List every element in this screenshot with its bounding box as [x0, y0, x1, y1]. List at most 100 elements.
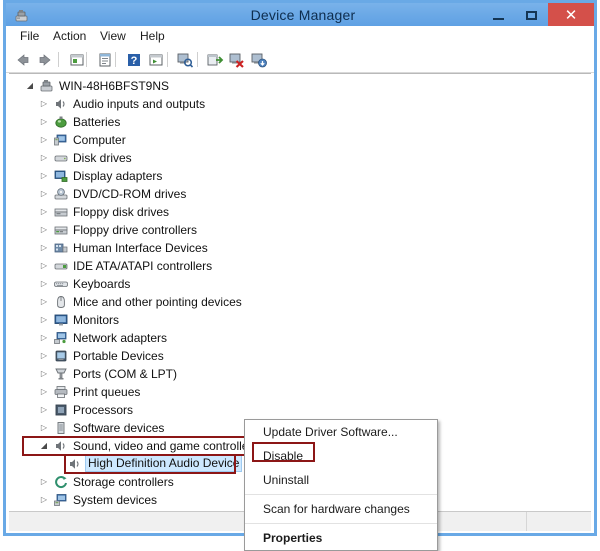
- minimize-button[interactable]: [482, 3, 515, 28]
- tree-node-keyboards[interactable]: ▷ Keyboards: [9, 275, 591, 293]
- expander-collapsed-icon[interactable]: ▷: [39, 131, 49, 149]
- expander-collapsed-icon[interactable]: ▷: [39, 293, 49, 311]
- maximize-button[interactable]: [515, 3, 548, 28]
- tree-label: Processors: [73, 403, 134, 417]
- context-menu-item-uninstall[interactable]: Uninstall: [245, 468, 437, 492]
- expander-collapsed-icon[interactable]: ▷: [39, 401, 49, 419]
- tree-label: Network adapters: [73, 331, 168, 345]
- show-hidden-devices-icon[interactable]: [68, 51, 86, 69]
- expander-collapsed-icon[interactable]: ▷: [39, 257, 49, 275]
- context-menu-item-disable[interactable]: Disable: [245, 444, 437, 468]
- maximize-icon: [526, 11, 537, 20]
- tree-label: Monitors: [73, 313, 120, 327]
- tree-node-processors[interactable]: ▷ Processors: [9, 401, 591, 419]
- tree-label: Floppy drive controllers: [73, 223, 198, 237]
- context-menu-item-properties[interactable]: Properties: [245, 526, 437, 550]
- portable-device-icon: [53, 348, 69, 364]
- tree-node-floppy-disk-drives[interactable]: ▷ Floppy disk drives: [9, 203, 591, 221]
- scan-for-hardware-changes-icon[interactable]: [176, 51, 194, 69]
- ide-controller-icon: [53, 258, 69, 274]
- expander-collapsed-icon[interactable]: ▷: [39, 419, 49, 437]
- expander-collapsed-icon[interactable]: ▷: [39, 383, 49, 401]
- system-device-icon: [53, 492, 69, 508]
- expander-collapsed-icon[interactable]: ▷: [39, 185, 49, 203]
- tree-node-ide-ata-atapi-controllers[interactable]: ▷ IDE ATA/ATAPI controllers: [9, 257, 591, 275]
- expander-open-icon[interactable]: ◢: [25, 77, 35, 95]
- tree-node-batteries[interactable]: ▷ Batteries: [9, 113, 591, 131]
- expander-open-icon[interactable]: ◢: [39, 437, 49, 455]
- tree-node-display-adapters[interactable]: ▷ Display adapters: [9, 167, 591, 185]
- context-menu-item-update-driver-software[interactable]: Update Driver Software...: [245, 420, 437, 444]
- toolbar-separator: [115, 52, 116, 67]
- context-menu-separator: [245, 494, 437, 495]
- tree-label: Software devices: [73, 421, 165, 435]
- expander-collapsed-icon[interactable]: ▷: [39, 275, 49, 293]
- uninstall-device-icon[interactable]: [228, 51, 246, 69]
- view-devices-icon[interactable]: [147, 51, 165, 69]
- tree-node-network-adapters[interactable]: ▷ Network adapters: [9, 329, 591, 347]
- expander-collapsed-icon[interactable]: ▷: [39, 329, 49, 347]
- menu-bar: File Action View Help: [6, 26, 594, 48]
- tree-label-root: WIN-48H6BFST9NS: [59, 79, 170, 93]
- title-bar[interactable]: Device Manager ✕: [3, 0, 597, 28]
- close-button[interactable]: ✕: [548, 3, 594, 28]
- menu-action[interactable]: Action: [51, 29, 88, 43]
- forward-icon[interactable]: [36, 51, 54, 69]
- speaker-icon: [67, 456, 83, 472]
- computer-icon: [39, 78, 55, 94]
- expander-collapsed-icon[interactable]: ▷: [39, 203, 49, 221]
- context-menu-separator: [245, 523, 437, 524]
- disable-device-icon[interactable]: [250, 51, 268, 69]
- expander-collapsed-icon[interactable]: ▷: [39, 239, 49, 257]
- battery-icon: [53, 114, 69, 130]
- expander-collapsed-icon[interactable]: ▷: [39, 365, 49, 383]
- tree-node-root[interactable]: ◢ WIN-48H6BFST9NS: [9, 77, 591, 95]
- expander-collapsed-icon[interactable]: ▷: [39, 347, 49, 365]
- expander-collapsed-icon[interactable]: ▷: [39, 311, 49, 329]
- menu-help[interactable]: Help: [138, 29, 167, 43]
- tree-node-computer[interactable]: ▷ Computer: [9, 131, 591, 149]
- menu-file[interactable]: File: [18, 29, 41, 43]
- toolbar-separator: [167, 52, 168, 67]
- properties-icon[interactable]: [96, 51, 114, 69]
- expander-collapsed-icon[interactable]: ▷: [39, 113, 49, 131]
- tree-node-dvd-cd-rom-drives[interactable]: ▷ DVD/CD-ROM drives: [9, 185, 591, 203]
- expander-collapsed-icon[interactable]: ▷: [39, 95, 49, 113]
- speaker-icon: [53, 96, 69, 112]
- back-icon[interactable]: [14, 51, 32, 69]
- menu-view[interactable]: View: [98, 29, 128, 43]
- expander-collapsed-icon[interactable]: ▷: [39, 221, 49, 239]
- tree-node-portable-devices[interactable]: ▷ Portable Devices: [9, 347, 591, 365]
- tree-label: DVD/CD-ROM drives: [73, 187, 187, 201]
- toolbar-separator: [86, 52, 87, 67]
- update-driver-software-icon[interactable]: [206, 51, 224, 69]
- close-icon: ✕: [564, 6, 578, 24]
- tree-label: Human Interface Devices: [73, 241, 208, 255]
- monitor-icon: [53, 312, 69, 328]
- dvd-drive-icon: [53, 186, 69, 202]
- tree-label: Ports (COM & LPT): [73, 367, 178, 381]
- context-menu-item-scan-for-hardware-changes[interactable]: Scan for hardware changes: [245, 497, 437, 521]
- tree-node-print-queues[interactable]: ▷ Print queues: [9, 383, 591, 401]
- tree-node-ports-com-and-lpt[interactable]: ▷ Ports (COM & LPT): [9, 365, 591, 383]
- expander-collapsed-icon[interactable]: ▷: [39, 167, 49, 185]
- tree-node-audio-inputs-and-outputs[interactable]: ▷ Audio inputs and outputs: [9, 95, 591, 113]
- floppy-disk-icon: [53, 204, 69, 220]
- disk-drive-icon: [53, 150, 69, 166]
- storage-controller-icon: [53, 474, 69, 490]
- tree-label: Disk drives: [73, 151, 132, 165]
- expander-collapsed-icon[interactable]: ▷: [39, 473, 49, 491]
- tree-node-disk-drives[interactable]: ▷ Disk drives: [9, 149, 591, 167]
- expander-collapsed-icon[interactable]: ▷: [39, 491, 49, 509]
- help-icon[interactable]: ?: [125, 51, 143, 69]
- mouse-icon: [53, 294, 69, 310]
- expander-collapsed-icon[interactable]: ▷: [39, 149, 49, 167]
- tree-node-mice-and-other-pointing-devices[interactable]: ▷ Mice and other pointing devices: [9, 293, 591, 311]
- tree-label: Portable Devices: [73, 349, 164, 363]
- port-icon: [53, 366, 69, 382]
- tree-label: Batteries: [73, 115, 121, 129]
- tree-node-human-interface-devices[interactable]: ▷ Human Interface Devices: [9, 239, 591, 257]
- tree-node-monitors[interactable]: ▷ Monitors: [9, 311, 591, 329]
- tree-node-floppy-drive-controllers[interactable]: ▷ Floppy drive controllers: [9, 221, 591, 239]
- context-menu[interactable]: Update Driver Software... Disable Uninst…: [244, 419, 438, 551]
